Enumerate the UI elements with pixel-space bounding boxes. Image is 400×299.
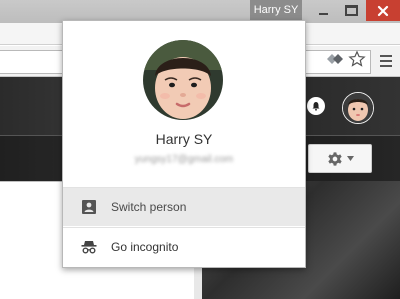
translate-icon[interactable]: [326, 52, 344, 66]
notifications-button[interactable]: [307, 97, 325, 115]
minimize-button[interactable]: [310, 0, 337, 21]
gear-icon: [327, 151, 342, 166]
person-card-icon: [81, 199, 97, 215]
profile-name: Harry SY: [155, 131, 213, 147]
chevron-down-icon: [346, 156, 354, 161]
bookmark-star-icon[interactable]: [348, 50, 366, 68]
incognito-icon: [81, 239, 97, 255]
profile-switcher-button[interactable]: Harry SY: [250, 0, 302, 21]
close-button[interactable]: [366, 0, 400, 21]
omnibox-actions: [326, 50, 366, 68]
maximize-icon: [345, 5, 358, 16]
switch-person-menu-item[interactable]: Switch person: [63, 188, 305, 226]
account-avatar[interactable]: [342, 92, 374, 124]
switch-person-label: Switch person: [111, 200, 187, 214]
avatar-image: [343, 93, 373, 123]
profile-email: yungsy17@gmail.com: [134, 154, 234, 165]
maximize-button[interactable]: [338, 0, 365, 21]
profile-avatar: [143, 40, 223, 120]
close-icon: [377, 5, 389, 16]
settings-button[interactable]: [308, 144, 372, 173]
go-incognito-menu-item[interactable]: Go incognito: [63, 227, 305, 265]
chrome-menu-icon[interactable]: [380, 55, 392, 67]
minimize-icon: [319, 12, 328, 15]
go-incognito-label: Go incognito: [111, 239, 179, 254]
bell-icon: [312, 102, 320, 111]
profile-photo: [143, 40, 223, 120]
profile-popup: Harry SY yungsy17@gmail.com Switch perso…: [62, 20, 306, 268]
